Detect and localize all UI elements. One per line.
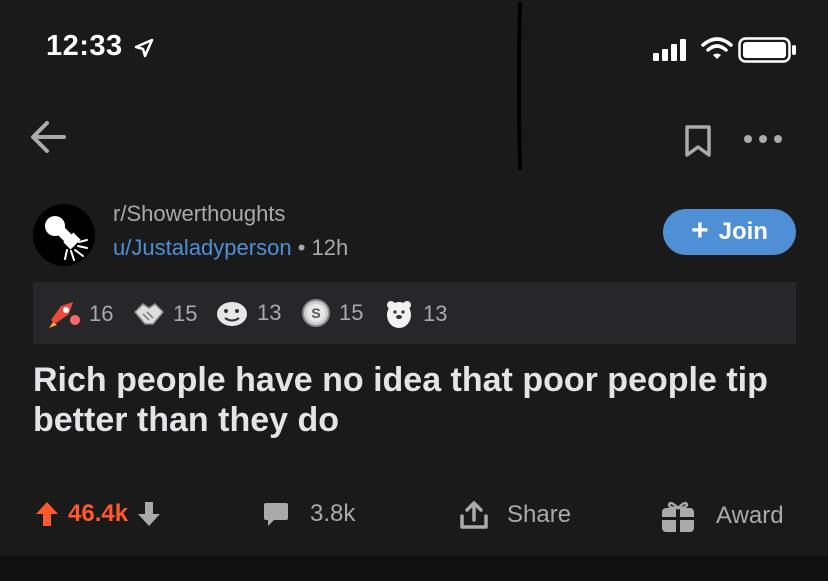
comments-button[interactable]: 3.8k [262, 500, 355, 528]
award-count: 13 [423, 301, 448, 326]
subreddit-name[interactable]: r/Showerthoughts [113, 201, 285, 227]
join-label: Join [718, 218, 768, 245]
post-age: 12h [311, 235, 349, 260]
comment-icon [264, 503, 288, 526]
more-icon[interactable] [742, 133, 784, 145]
gift-icon [662, 501, 694, 532]
silver-coin-award-icon: S [302, 299, 330, 327]
downvote-icon[interactable] [136, 500, 162, 528]
username-link[interactable]: u/Justaladyperson [113, 235, 292, 260]
subreddit-avatar[interactable] [33, 204, 95, 266]
svg-text:S: S [311, 305, 320, 321]
award-item: S 15 [301, 298, 363, 328]
share-button[interactable]: Share [459, 500, 571, 530]
award-count: 15 [339, 300, 364, 325]
post-byline: u/Justaladyperson • 12h [113, 235, 348, 261]
battery-icon [738, 37, 796, 63]
award-item: 16 [47, 298, 113, 330]
award-item: 13 [383, 298, 447, 330]
location-arrow-icon [134, 38, 154, 58]
share-icon [460, 501, 488, 529]
plus-icon: + [691, 213, 709, 247]
award-label: Award [716, 502, 784, 529]
signal-icon [653, 39, 686, 61]
award-button[interactable]: Award [660, 498, 784, 534]
award-count: 15 [173, 301, 198, 326]
bear-award-icon [387, 301, 411, 328]
award-count: 16 [89, 301, 114, 326]
shower-lightbulb-icon [45, 216, 88, 261]
vote-control: 46.4k [34, 500, 162, 528]
comment-count: 3.8k [310, 500, 356, 527]
award-item: 15 [133, 298, 197, 330]
share-label: Share [507, 501, 572, 528]
award-item: 13 [215, 298, 281, 328]
vote-score: 46.4k [68, 500, 129, 527]
status-time: 12:33 [46, 30, 123, 62]
wifi-icon [701, 37, 733, 59]
bookmark-icon[interactable] [684, 124, 712, 158]
awards-strip[interactable]: 16 15 13 S 15 13 [33, 282, 796, 344]
rocket-like-award-icon [49, 302, 80, 328]
join-button[interactable]: + Join [663, 209, 796, 255]
face-award-icon [217, 302, 247, 326]
post-title[interactable]: Rich people have no idea that poor peopl… [33, 360, 803, 440]
byline-separator: • [297, 235, 306, 260]
handshake-award-icon [133, 303, 165, 325]
feed-divider [0, 556, 828, 581]
drawn-line [517, 2, 522, 170]
upvote-icon[interactable] [34, 500, 60, 528]
back-arrow-icon[interactable] [30, 120, 66, 154]
award-count: 13 [257, 300, 282, 325]
